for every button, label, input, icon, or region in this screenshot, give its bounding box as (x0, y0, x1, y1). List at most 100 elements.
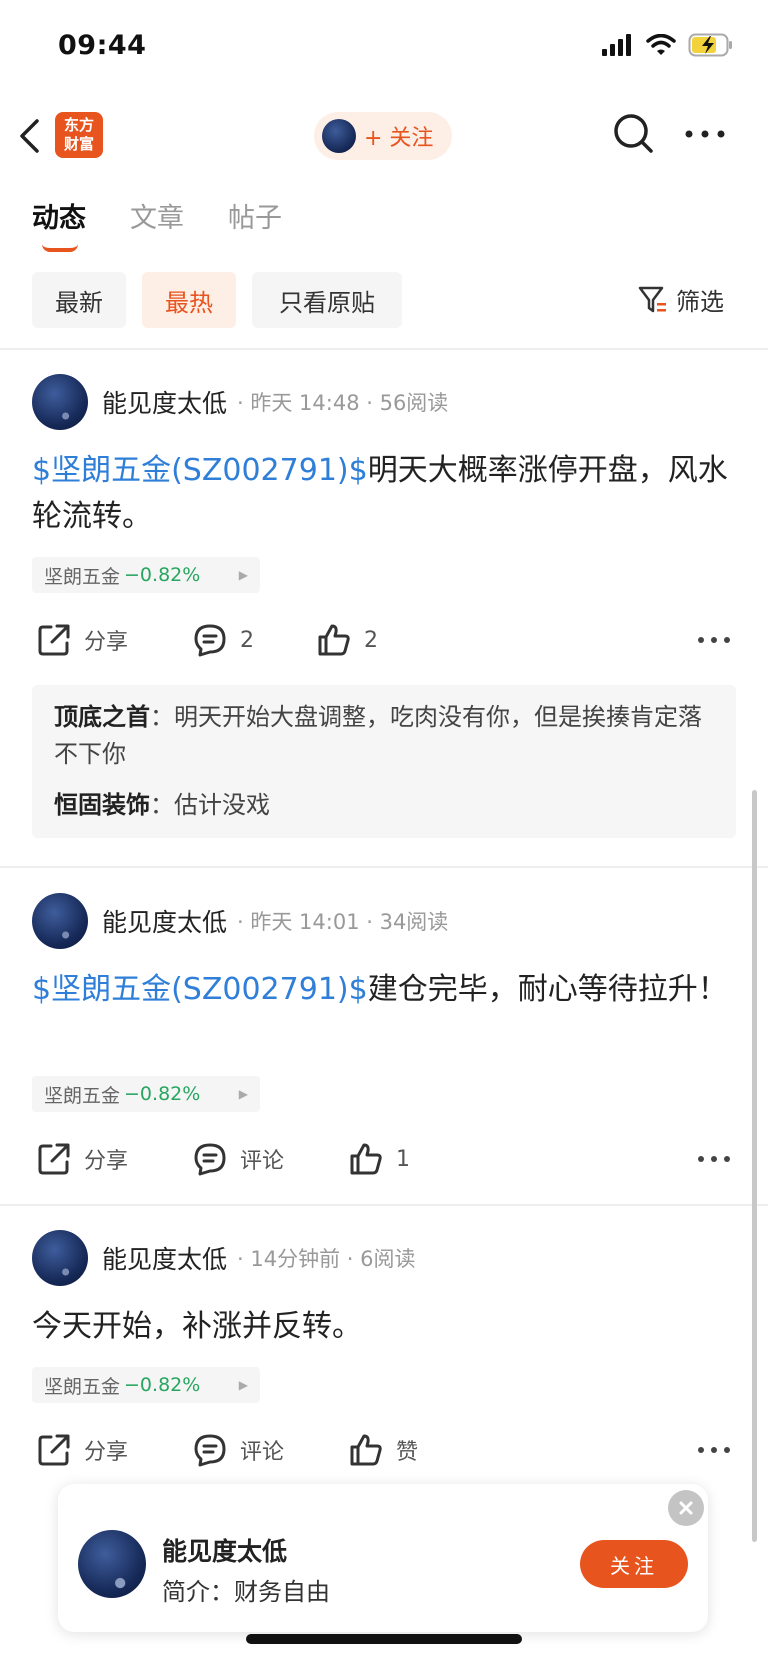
like-button[interactable]: 2 (316, 615, 378, 665)
post-content[interactable]: $坚朗五金(SZ002791)$明天大概率涨停开盘，风水轮流转。 (32, 448, 732, 540)
avatar[interactable] (32, 374, 88, 430)
filter-funnel-icon (638, 286, 666, 312)
filter-hottest[interactable]: 最热 (142, 272, 236, 328)
like-button[interactable]: 赞 (348, 1425, 418, 1475)
divider (0, 1204, 768, 1206)
header-follow-button[interactable]: + 关注 (314, 112, 452, 160)
logo-line-1: 东方 (63, 116, 94, 134)
author-name[interactable]: 能见度太低 (102, 384, 227, 420)
comment-label: 评论 (240, 1440, 285, 1465)
share-button[interactable]: 分享 (36, 1134, 128, 1184)
tab-articles[interactable]: 文章 (130, 196, 184, 235)
active-tab-indicator (42, 244, 78, 252)
stock-name: 坚朗五金 (44, 565, 121, 588)
tab-dynamics[interactable]: 动态 (32, 196, 86, 235)
stock-change: −0.82% (124, 564, 201, 586)
share-label: 分享 (84, 1440, 129, 1465)
profile-bio: 简介：财务自由 (162, 1578, 330, 1606)
post-card[interactable]: 能见度太低 · 昨天 14:01 · 34阅读 $坚朗五金(SZ002791)$… (0, 892, 768, 1192)
signal-icon (602, 34, 631, 56)
comment-item[interactable]: 顶底之首：明天开始大盘调整，吃肉没有你，但是挨揍肯定落不下你 (54, 699, 714, 773)
author-name[interactable]: 能见度太低 (102, 903, 227, 939)
comment-icon (194, 1434, 226, 1467)
profile-name[interactable]: 能见度太低 (162, 1532, 287, 1568)
filter-label: 筛选 (676, 288, 724, 316)
post-more-button[interactable] (694, 623, 734, 657)
content-tabs: 动态 文章 帖子 (0, 196, 768, 256)
post-content[interactable]: $坚朗五金(SZ002791)$建仓完毕，耐心等待拉升！ (32, 967, 732, 1013)
author-name[interactable]: 能见度太低 (102, 1240, 227, 1276)
status-time: 09:44 (58, 30, 147, 61)
back-button[interactable] (18, 114, 46, 158)
share-label: 分享 (84, 630, 129, 655)
caret-right-icon: ▶ (238, 568, 248, 582)
comment-author[interactable]: 顶底之首 (54, 703, 150, 731)
header-follow-label: + 关注 (364, 126, 434, 151)
top-nav: 东方 财富 + 关注 (0, 100, 768, 172)
post-meta: · 昨天 14:48 · 56阅读 (237, 391, 449, 415)
stock-quote-chip[interactable]: 坚朗五金 −0.82% ▶ (32, 1076, 260, 1112)
like-button[interactable]: 1 (348, 1134, 410, 1184)
post-actions: 分享 评论 赞 (0, 1425, 768, 1475)
comment-button[interactable]: 评论 (192, 1425, 284, 1475)
tab-posts[interactable]: 帖子 (228, 196, 282, 235)
post-more-button[interactable] (694, 1142, 734, 1176)
chevron-left-icon (20, 119, 39, 153)
share-button[interactable]: 分享 (36, 1425, 128, 1475)
home-indicator (246, 1634, 522, 1644)
search-button[interactable] (612, 112, 656, 156)
comment-author[interactable]: 恒固装饰 (54, 791, 150, 819)
follow-button[interactable]: 关注 (580, 1540, 688, 1588)
share-label: 分享 (84, 1149, 129, 1174)
comment-label: 评论 (240, 1149, 285, 1174)
post-card[interactable]: 能见度太低 · 14分钟前 · 6阅读 今天开始，补涨并反转。 坚朗五金 −0.… (0, 1229, 768, 1479)
thumbs-up-icon (318, 624, 350, 656)
thumbs-up-icon (350, 1143, 382, 1175)
close-icon (679, 1501, 693, 1515)
share-button[interactable]: 分享 (36, 615, 128, 665)
caret-right-icon: ▶ (238, 1087, 248, 1101)
avatar[interactable] (78, 1530, 146, 1598)
avatar[interactable] (32, 1230, 88, 1286)
comment-icon (194, 624, 226, 657)
more-horizontal-icon (698, 1447, 730, 1453)
post-actions: 分享 评论 1 (0, 1134, 768, 1184)
stock-tag-link[interactable]: $坚朗五金(SZ002791)$ (32, 972, 368, 1007)
close-button[interactable] (668, 1490, 704, 1526)
more-options-button[interactable] (680, 112, 730, 156)
comment-text: 估计没戏 (174, 791, 270, 819)
filter-original-only[interactable]: 只看原贴 (252, 272, 402, 328)
share-icon (38, 624, 70, 656)
stock-quote-chip[interactable]: 坚朗五金 −0.82% ▶ (32, 557, 260, 593)
post-author-row[interactable]: 能见度太低 · 14分钟前 · 6阅读 (32, 1229, 415, 1287)
post-author-row[interactable]: 能见度太低 · 昨天 14:48 · 56阅读 (32, 373, 448, 431)
like-count: 2 (364, 627, 378, 653)
post-text: 今天开始，补涨并反转。 (32, 1309, 362, 1344)
stock-change: −0.82% (124, 1374, 201, 1396)
comment-separator: ： (150, 703, 174, 731)
stock-tag-link[interactable]: $坚朗五金(SZ002791)$ (32, 453, 368, 488)
wifi-icon (646, 34, 676, 55)
post-meta: · 14分钟前 · 6阅读 (237, 1247, 416, 1271)
comment-separator: ： (150, 791, 174, 819)
status-icons (602, 33, 734, 57)
avatar[interactable] (32, 893, 88, 949)
stock-change: −0.82% (124, 1083, 201, 1105)
avatar (322, 119, 356, 153)
comment-button[interactable]: 评论 (192, 1134, 284, 1184)
filter-button[interactable]: 筛选 (638, 282, 724, 317)
profile-card[interactable]: 能见度太低 简介：财务自由 关注 (58, 1484, 708, 1632)
post-more-button[interactable] (694, 1433, 734, 1467)
filter-latest[interactable]: 最新 (32, 272, 126, 328)
post-author-row[interactable]: 能见度太低 · 昨天 14:01 · 34阅读 (32, 892, 448, 950)
app-logo[interactable]: 东方 财富 (55, 112, 103, 158)
post-content[interactable]: 今天开始，补涨并反转。 (32, 1304, 732, 1350)
comment-item[interactable]: 恒固装饰：估计没戏 (54, 787, 714, 824)
post-card[interactable]: 能见度太低 · 昨天 14:48 · 56阅读 $坚朗五金(SZ002791)$… (0, 373, 768, 847)
comment-preview[interactable]: 顶底之首：明天开始大盘调整，吃肉没有你，但是挨揍肯定落不下你 恒固装饰：估计没戏 (32, 685, 736, 838)
like-label: 赞 (396, 1440, 419, 1465)
scrollbar[interactable] (752, 790, 757, 1542)
stock-quote-chip[interactable]: 坚朗五金 −0.82% ▶ (32, 1367, 260, 1403)
share-icon (38, 1143, 70, 1175)
comment-button[interactable]: 2 (192, 615, 254, 665)
